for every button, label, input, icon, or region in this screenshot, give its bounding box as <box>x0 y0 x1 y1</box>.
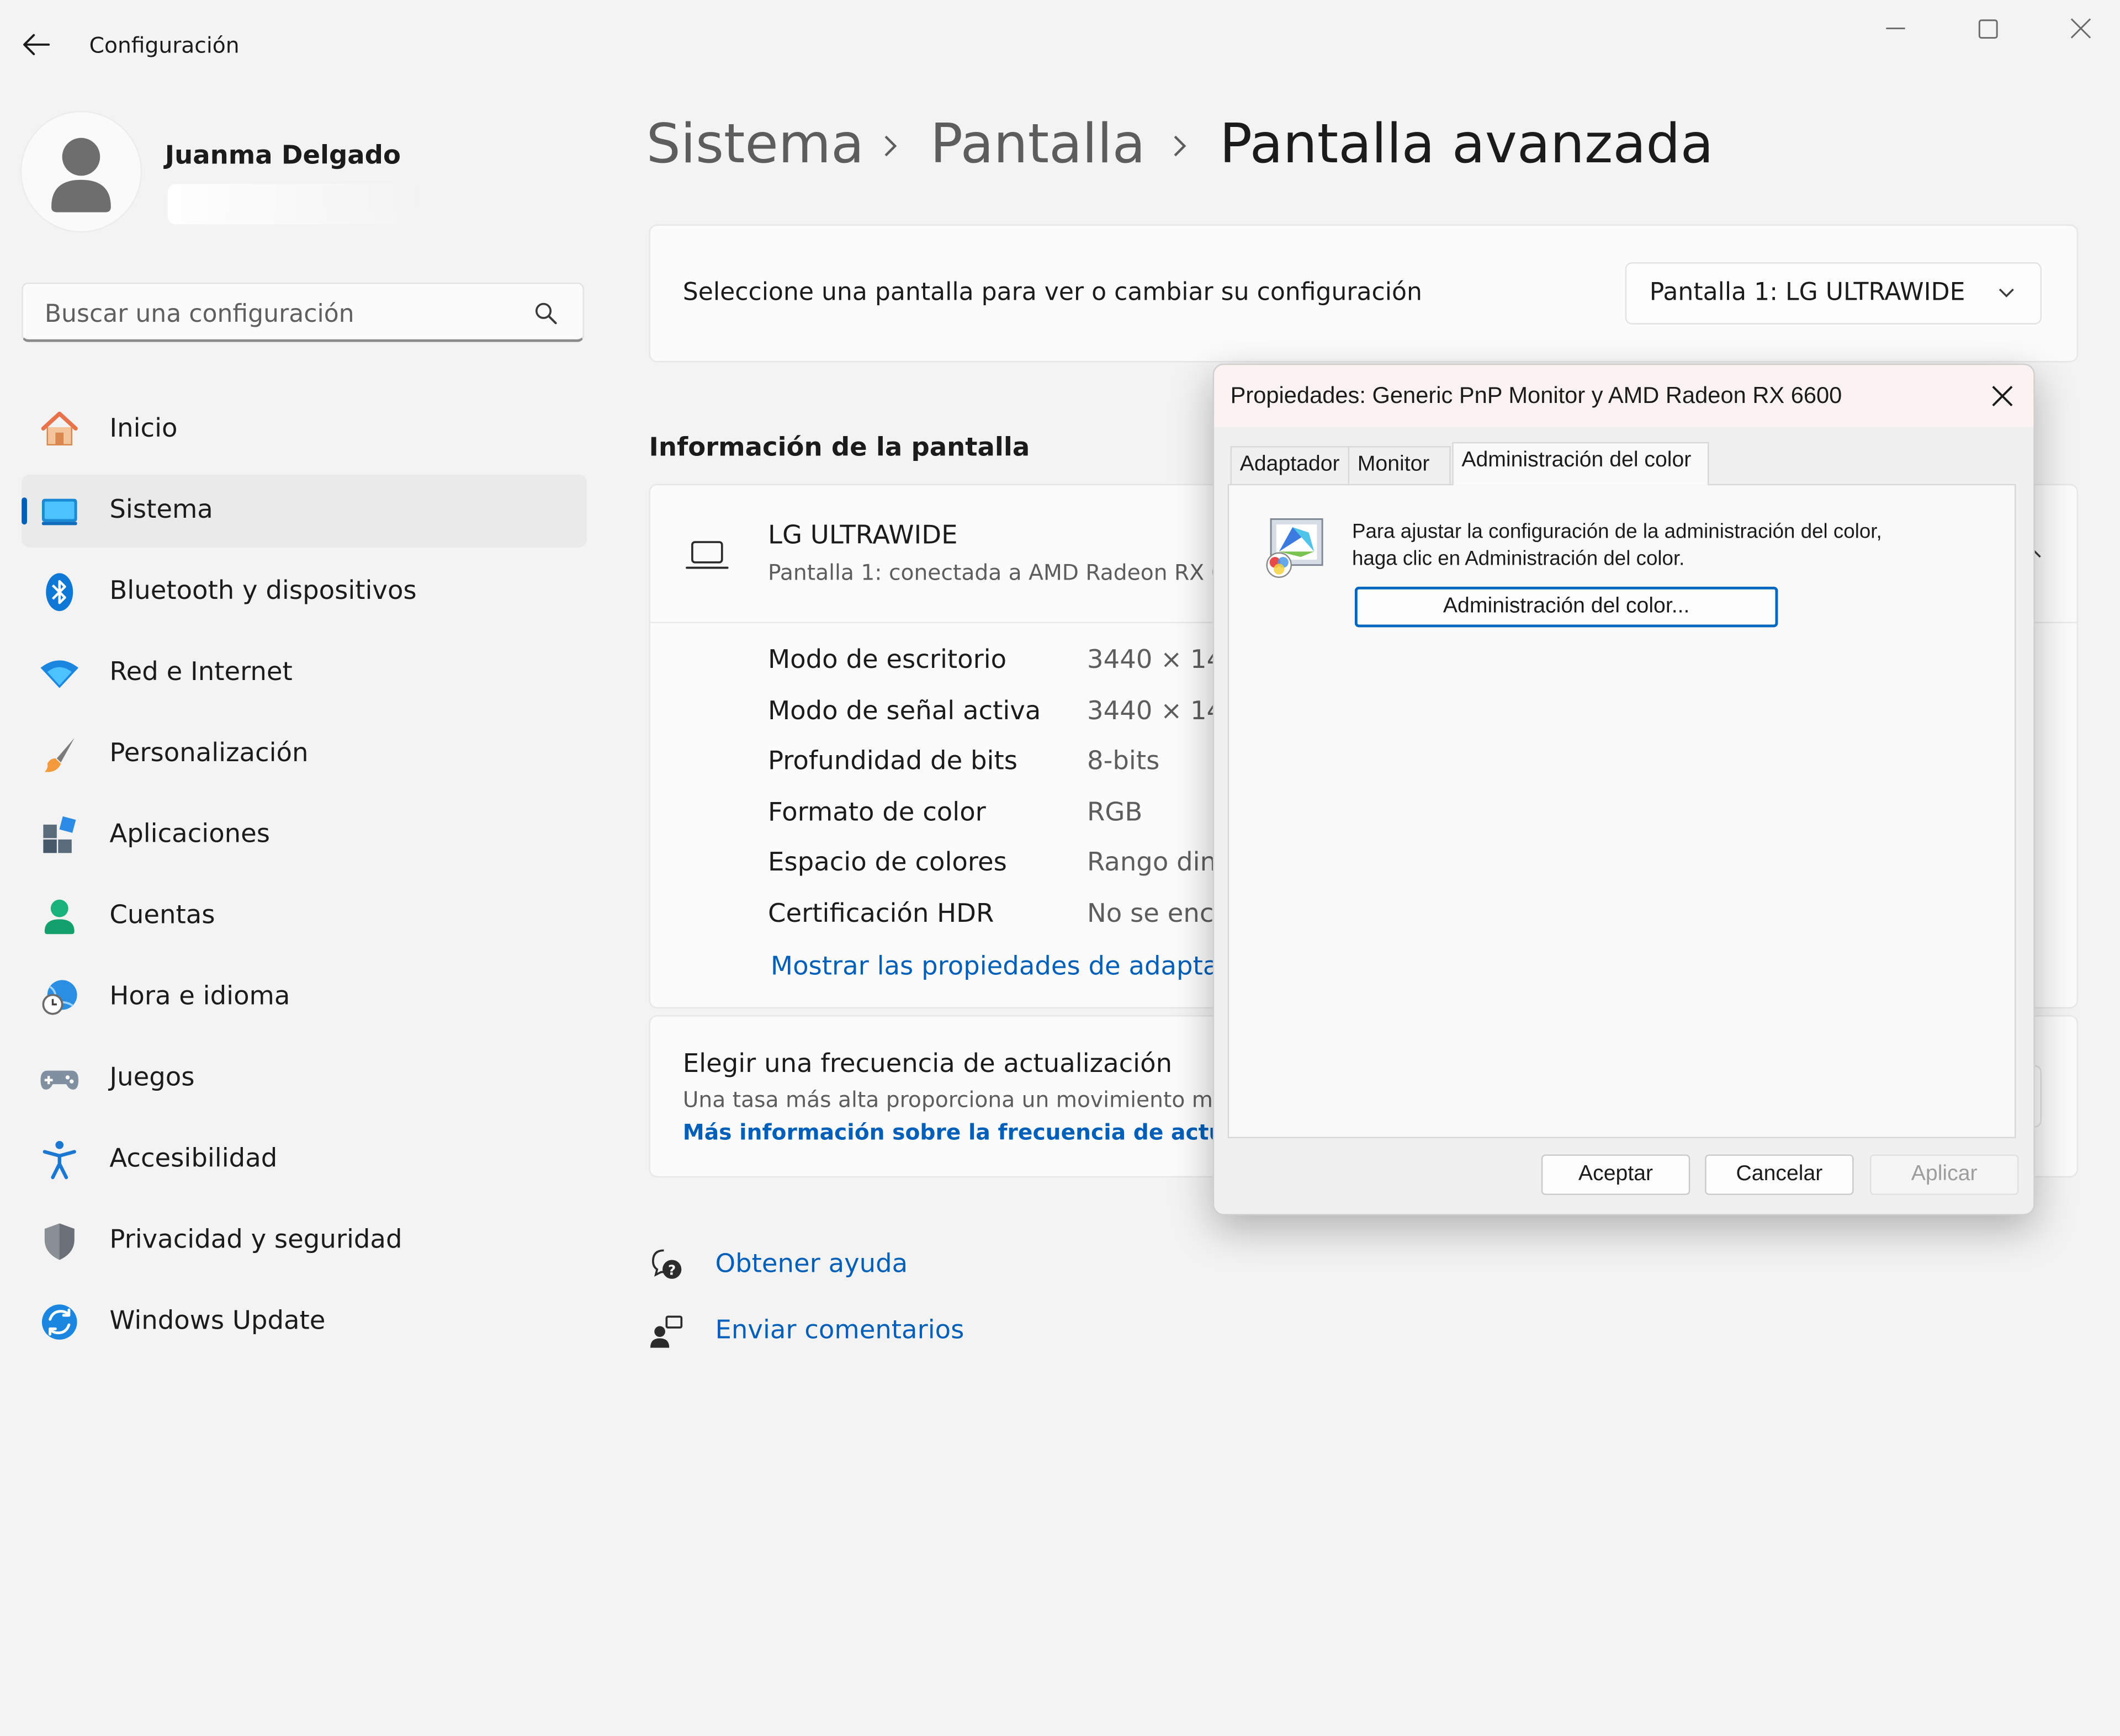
sidebar-item-label: Privacidad y seguridad <box>109 1224 402 1255</box>
dialog-titlebar[interactable]: Propiedades: Generic PnP Monitor y AMD R… <box>1214 365 2034 427</box>
info-label-color-format: Formato de color <box>768 797 986 827</box>
sidebar-item-label: Juegos <box>109 1062 195 1092</box>
update-icon <box>41 1304 77 1340</box>
bluetooth-icon <box>46 573 73 611</box>
sidebar-item-bluetooth[interactable]: Bluetooth y dispositivos <box>22 556 587 629</box>
maximize-icon <box>1978 19 1998 39</box>
svg-text:?: ? <box>668 1262 676 1278</box>
account-icon <box>44 899 75 935</box>
sidebar-item-label: Red e Internet <box>109 657 293 687</box>
dialog-title: Propiedades: Generic PnP Monitor y AMD R… <box>1230 383 1842 408</box>
search-box[interactable] <box>22 282 584 342</box>
info-label-color-space: Espacio de colores <box>768 847 1007 878</box>
system-icon <box>41 498 77 525</box>
close-button[interactable] <box>2062 13 2100 46</box>
active-indicator <box>22 497 27 525</box>
sidebar-item-privacidad[interactable]: Privacidad y seguridad <box>22 1204 587 1277</box>
tab-monitor[interactable]: Monitor <box>1348 446 1451 484</box>
avatar[interactable] <box>22 112 141 231</box>
tab-administracion-color[interactable]: Administración del color <box>1452 442 1709 486</box>
info-label-bit-depth: Profundidad de bits <box>768 746 1017 776</box>
maximize-button[interactable] <box>1969 13 2007 46</box>
tab-adaptador[interactable]: Adaptador <box>1230 446 1350 484</box>
info-value-bit-depth: 8-bits <box>1086 746 1160 776</box>
info-label-hdr: Certificación HDR <box>768 899 994 929</box>
back-arrow-icon <box>23 34 50 55</box>
sidebar-item-label: Personalización <box>109 738 309 768</box>
monitor-connection: Pantalla 1: conectada a AMD Radeon RX 66… <box>768 559 1266 586</box>
shield-icon <box>44 1223 75 1260</box>
dialog-description-line1: Para ajustar la configuración de la admi… <box>1352 520 1882 544</box>
sidebar-item-label: Accesibilidad <box>109 1143 278 1174</box>
monitor-name: LG ULTRAWIDE <box>768 520 958 550</box>
apply-button[interactable]: Aplicar <box>1869 1154 2019 1195</box>
sidebar-item-juegos[interactable]: Juegos <box>22 1042 587 1115</box>
get-help-link[interactable]: Obtener ayuda <box>716 1249 908 1279</box>
sidebar-item-label: Bluetooth y dispositivos <box>109 576 417 606</box>
user-avatar-icon <box>51 137 111 213</box>
user-email-redacted <box>167 184 438 225</box>
ok-button[interactable]: Aceptar <box>1541 1154 1690 1195</box>
brush-icon <box>44 738 75 772</box>
dialog-close-button[interactable] <box>1988 381 2017 411</box>
color-management-button[interactable]: Administración del color... <box>1354 586 1778 628</box>
section-title-display-info: Información de la pantalla <box>649 432 1030 463</box>
color-management-icon <box>1266 518 1323 578</box>
info-label-signal-mode: Modo de señal activa <box>768 696 1041 726</box>
home-icon <box>41 411 78 445</box>
info-label-desktop-mode: Modo de escritorio <box>768 645 1007 675</box>
send-feedback-link[interactable]: Enviar comentarios <box>716 1315 964 1345</box>
cancel-button[interactable]: Cancelar <box>1705 1154 1854 1195</box>
sidebar-item-inicio[interactable]: Inicio <box>22 394 587 466</box>
sidebar-item-red[interactable]: Red e Internet <box>22 636 587 709</box>
app-title: Configuración <box>89 32 240 59</box>
chevron-right-icon <box>884 135 897 157</box>
user-name: Juanma Delgado <box>165 140 401 171</box>
display-select-label: Seleccione una pantalla para ver o cambi… <box>682 278 1422 307</box>
close-icon <box>2070 18 2091 39</box>
apps-icon <box>43 816 76 853</box>
gamepad-icon <box>40 1070 79 1090</box>
time-language-icon <box>42 980 77 1015</box>
breadcrumb-sistema[interactable]: Sistema <box>646 114 865 176</box>
sidebar-item-label: Hora e idioma <box>109 981 290 1011</box>
chevron-down-icon <box>1999 288 2014 298</box>
refresh-rate-title: Elegir una frecuencia de actualización <box>682 1049 1173 1079</box>
dialog-description: Para ajustar la configuración de la admi… <box>1352 519 1882 573</box>
feedback-icon <box>650 1315 683 1348</box>
help-icon: ? <box>652 1249 682 1279</box>
sidebar-item-aplicaciones[interactable]: Aplicaciones <box>22 799 587 872</box>
display-dropdown-value: Pantalla 1: LG ULTRAWIDE <box>1649 278 1965 307</box>
accessibility-icon <box>43 1140 76 1180</box>
wifi-icon <box>40 660 79 688</box>
breadcrumb-pantalla[interactable]: Pantalla <box>930 114 1146 176</box>
laptop-icon <box>686 541 729 569</box>
display-dropdown[interactable]: Pantalla 1: LG ULTRAWIDE <box>1625 262 2042 325</box>
properties-dialog: Propiedades: Generic PnP Monitor y AMD R… <box>1212 363 2035 1215</box>
sidebar-item-cuentas[interactable]: Cuentas <box>22 880 587 953</box>
sidebar-item-personalizacion[interactable]: Personalización <box>22 718 587 790</box>
search-input[interactable] <box>41 294 521 333</box>
search-icon <box>535 302 557 325</box>
sidebar-item-label: Windows Update <box>109 1305 326 1336</box>
sidebar-item-label: Inicio <box>109 413 178 444</box>
info-value-color-format: RGB <box>1086 797 1143 827</box>
close-icon <box>1992 386 2013 407</box>
sidebar-item-label: Sistema <box>109 495 213 525</box>
sidebar-item-accesibilidad[interactable]: Accesibilidad <box>22 1123 587 1196</box>
back-button[interactable] <box>19 30 54 60</box>
page-title: Pantalla avanzada <box>1219 113 1714 176</box>
sidebar-item-sistema[interactable]: Sistema <box>22 474 587 548</box>
chevron-right-icon <box>1174 135 1186 157</box>
dialog-description-line2: haga clic en Administración del color. <box>1352 547 1685 571</box>
sidebar-item-hora[interactable]: Hora e idioma <box>22 961 587 1034</box>
sidebar-item-label: Aplicaciones <box>109 819 271 849</box>
sidebar-item-label: Cuentas <box>109 900 215 930</box>
minimize-icon <box>1886 27 1905 29</box>
dialog-tab-panel <box>1227 484 2016 1139</box>
minimize-button[interactable] <box>1877 13 1915 46</box>
sidebar-item-windows-update[interactable]: Windows Update <box>22 1286 587 1358</box>
